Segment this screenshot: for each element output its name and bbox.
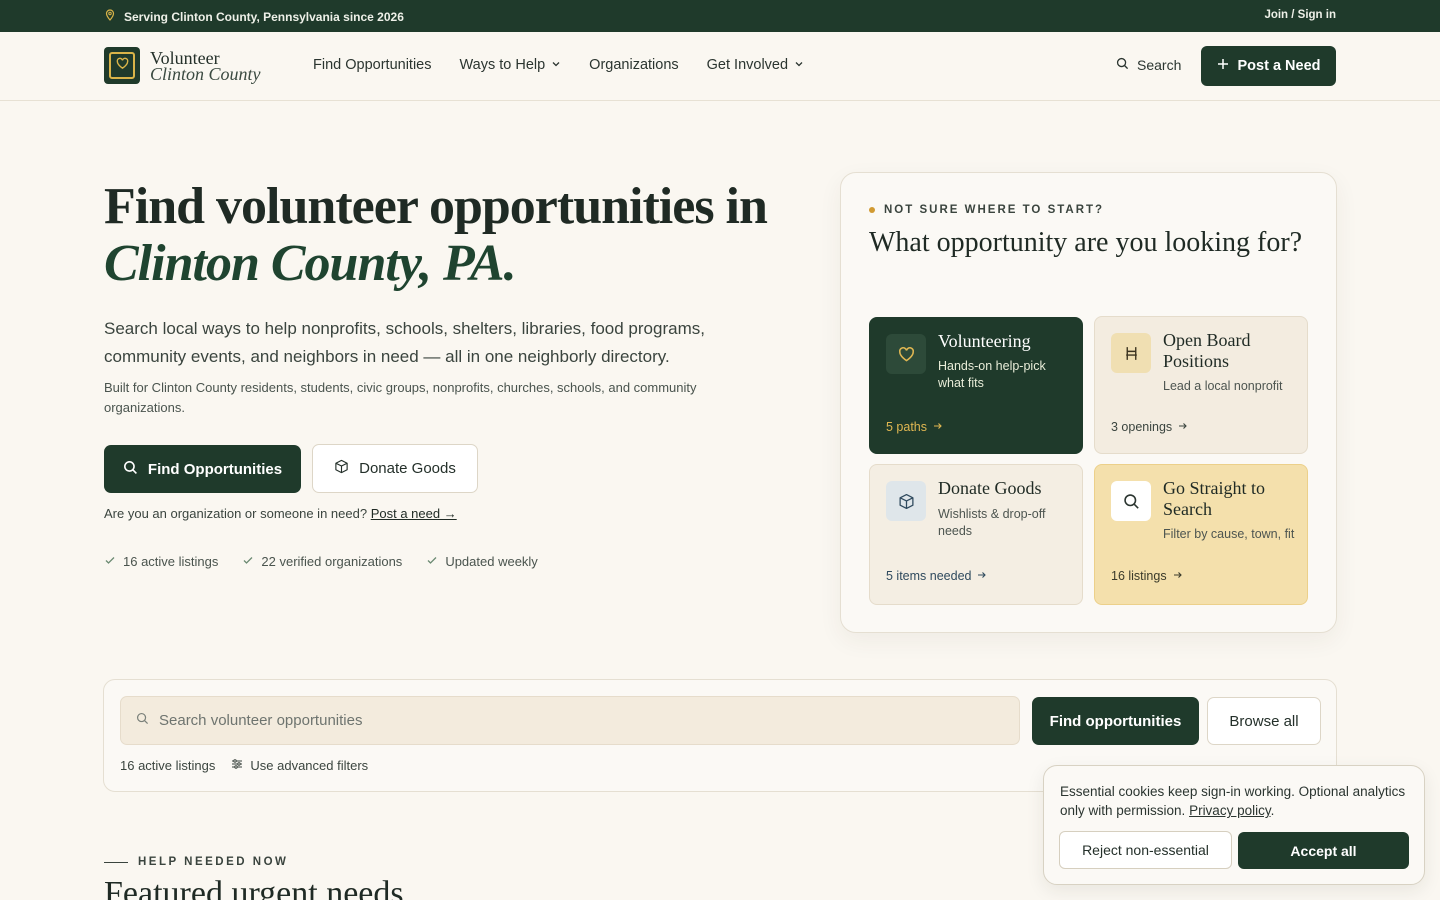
tile-open-board-positions[interactable]: Open Board Positions Lead a local nonpro… — [1094, 316, 1308, 454]
header-search-button[interactable]: Search — [1116, 57, 1181, 73]
find-opportunities-submit-button[interactable]: Find opportunities — [1032, 697, 1199, 745]
heart-icon — [116, 57, 129, 75]
check-icon — [104, 554, 116, 569]
search-placeholder: Search volunteer opportunities — [159, 712, 363, 729]
arrow-right-icon — [1178, 420, 1188, 434]
arrow-right-icon — [977, 569, 987, 583]
nav-get-involved[interactable]: Get Involved — [707, 57, 804, 73]
main-nav: Find Opportunities Ways to Help Organiza… — [313, 57, 804, 73]
accept-all-button[interactable]: Accept all — [1238, 832, 1409, 869]
listing-count: 16 active listings — [120, 758, 216, 773]
nav-ways-to-help[interactable]: Ways to Help — [459, 57, 561, 73]
map-pin-icon — [104, 9, 116, 24]
hero-audience-text: Built for Clinton County residents, stud… — [104, 380, 697, 415]
find-opportunities-button[interactable]: Find Opportunities — [104, 445, 301, 493]
logo-text-line2: Clinton County — [150, 63, 261, 84]
top-announcement-bar: Serving Clinton County, Pennsylvania sin… — [0, 0, 1440, 32]
sliders-icon — [231, 758, 243, 773]
search-input[interactable]: Search volunteer opportunities — [120, 696, 1020, 745]
tile-title: Volunteering — [938, 331, 1031, 351]
join-signin-link[interactable]: Join / Sign in — [1264, 9, 1336, 21]
section-title: Featured urgent needs — [104, 875, 404, 900]
plus-icon — [1217, 58, 1229, 74]
post-a-need-link[interactable]: Post a need → — [371, 506, 457, 521]
logo-mark — [104, 47, 140, 84]
check-icon — [426, 554, 438, 569]
hero-subtitle: Search local ways to help nonprofits, sc… — [104, 319, 705, 366]
arrow-right-icon — [933, 420, 943, 434]
tile-description: Wishlists & drop-off needs — [938, 507, 1046, 538]
tile-description: Hands-on help-pick what fits — [938, 359, 1046, 390]
divider-line — [104, 861, 128, 863]
tile-footer: 5 items needed — [886, 569, 987, 583]
tile-description: Filter by cause, town, fit — [1163, 527, 1295, 541]
arrow-right-icon — [1173, 569, 1183, 583]
tile-go-straight-to-search[interactable]: Go Straight to Search Filter by cause, t… — [1094, 464, 1308, 605]
stat-updated-weekly: Updated weekly — [426, 554, 538, 569]
search-icon — [136, 712, 149, 729]
opportunity-helper-card: NOT SURE WHERE TO START? What opportunit… — [840, 172, 1337, 633]
browse-all-button[interactable]: Browse all — [1207, 697, 1321, 745]
heart-icon — [886, 334, 926, 374]
chevron-down-icon — [794, 57, 804, 73]
location-text: Serving Clinton County, Pennsylvania sin… — [124, 9, 404, 24]
privacy-policy-link[interactable]: Privacy policy — [1189, 803, 1271, 818]
site-logo[interactable]: Volunteer Clinton County — [104, 47, 261, 84]
box-icon — [334, 459, 349, 478]
nav-find-opportunities[interactable]: Find Opportunities — [313, 57, 431, 73]
stat-verified-orgs: 22 verified organizations — [242, 554, 402, 569]
search-meta: 16 active listings Use advanced filters — [120, 758, 368, 773]
hero-title-line1: Find volunteer opportunities in — [104, 178, 768, 235]
box-icon — [886, 481, 926, 521]
search-icon — [1116, 57, 1129, 73]
site-header: Volunteer Clinton County Find Opportunit… — [0, 32, 1440, 101]
tile-footer: 5 paths — [886, 420, 943, 434]
reject-non-essential-button[interactable]: Reject non-essential — [1059, 831, 1232, 869]
post-a-need-button[interactable]: Post a Need — [1201, 46, 1336, 86]
location-notice: Serving Clinton County, Pennsylvania sin… — [104, 9, 404, 24]
dot-icon — [869, 207, 875, 213]
tile-donate-goods[interactable]: Donate Goods Wishlists & drop-off needs … — [869, 464, 1083, 605]
hero-title: Find volunteer opportunities in Clinton … — [104, 178, 824, 292]
hero-title-line2: Clinton County, PA. — [104, 235, 517, 292]
cookie-banner: Essential cookies keep sign-in working. … — [1043, 765, 1425, 885]
tile-title: Open Board Positions — [1163, 330, 1251, 371]
cookie-text: Essential cookies keep sign-in working. … — [1060, 784, 1406, 818]
tile-footer: 16 listings — [1111, 569, 1183, 583]
tile-title: Go Straight to Search — [1163, 478, 1265, 519]
nav-organizations[interactable]: Organizations — [589, 57, 678, 73]
tile-title: Donate Goods — [938, 478, 1042, 498]
search-icon — [123, 460, 138, 479]
helper-title: What opportunity are you looking for? — [869, 227, 1303, 258]
hero-stats: 16 active listings 22 verified organizat… — [104, 554, 538, 569]
tile-volunteering[interactable]: Volunteering Hands-on help-pick what fit… — [869, 317, 1083, 454]
section-eyebrow: HELP NEEDED NOW — [104, 856, 288, 868]
advanced-filters-link[interactable]: Use advanced filters — [231, 758, 368, 773]
chevron-down-icon — [551, 57, 561, 73]
organization-prompt: Are you an organization or someone in ne… — [104, 506, 457, 521]
helper-eyebrow: NOT SURE WHERE TO START? — [869, 204, 1104, 216]
donate-goods-button[interactable]: Donate Goods — [312, 444, 478, 493]
tile-description: Lead a local nonprofit — [1163, 379, 1283, 393]
tile-footer: 3 openings — [1111, 420, 1188, 434]
stat-active-listings: 16 active listings — [104, 554, 218, 569]
check-icon — [242, 554, 254, 569]
chair-icon — [1111, 333, 1151, 373]
search-icon — [1111, 481, 1151, 521]
